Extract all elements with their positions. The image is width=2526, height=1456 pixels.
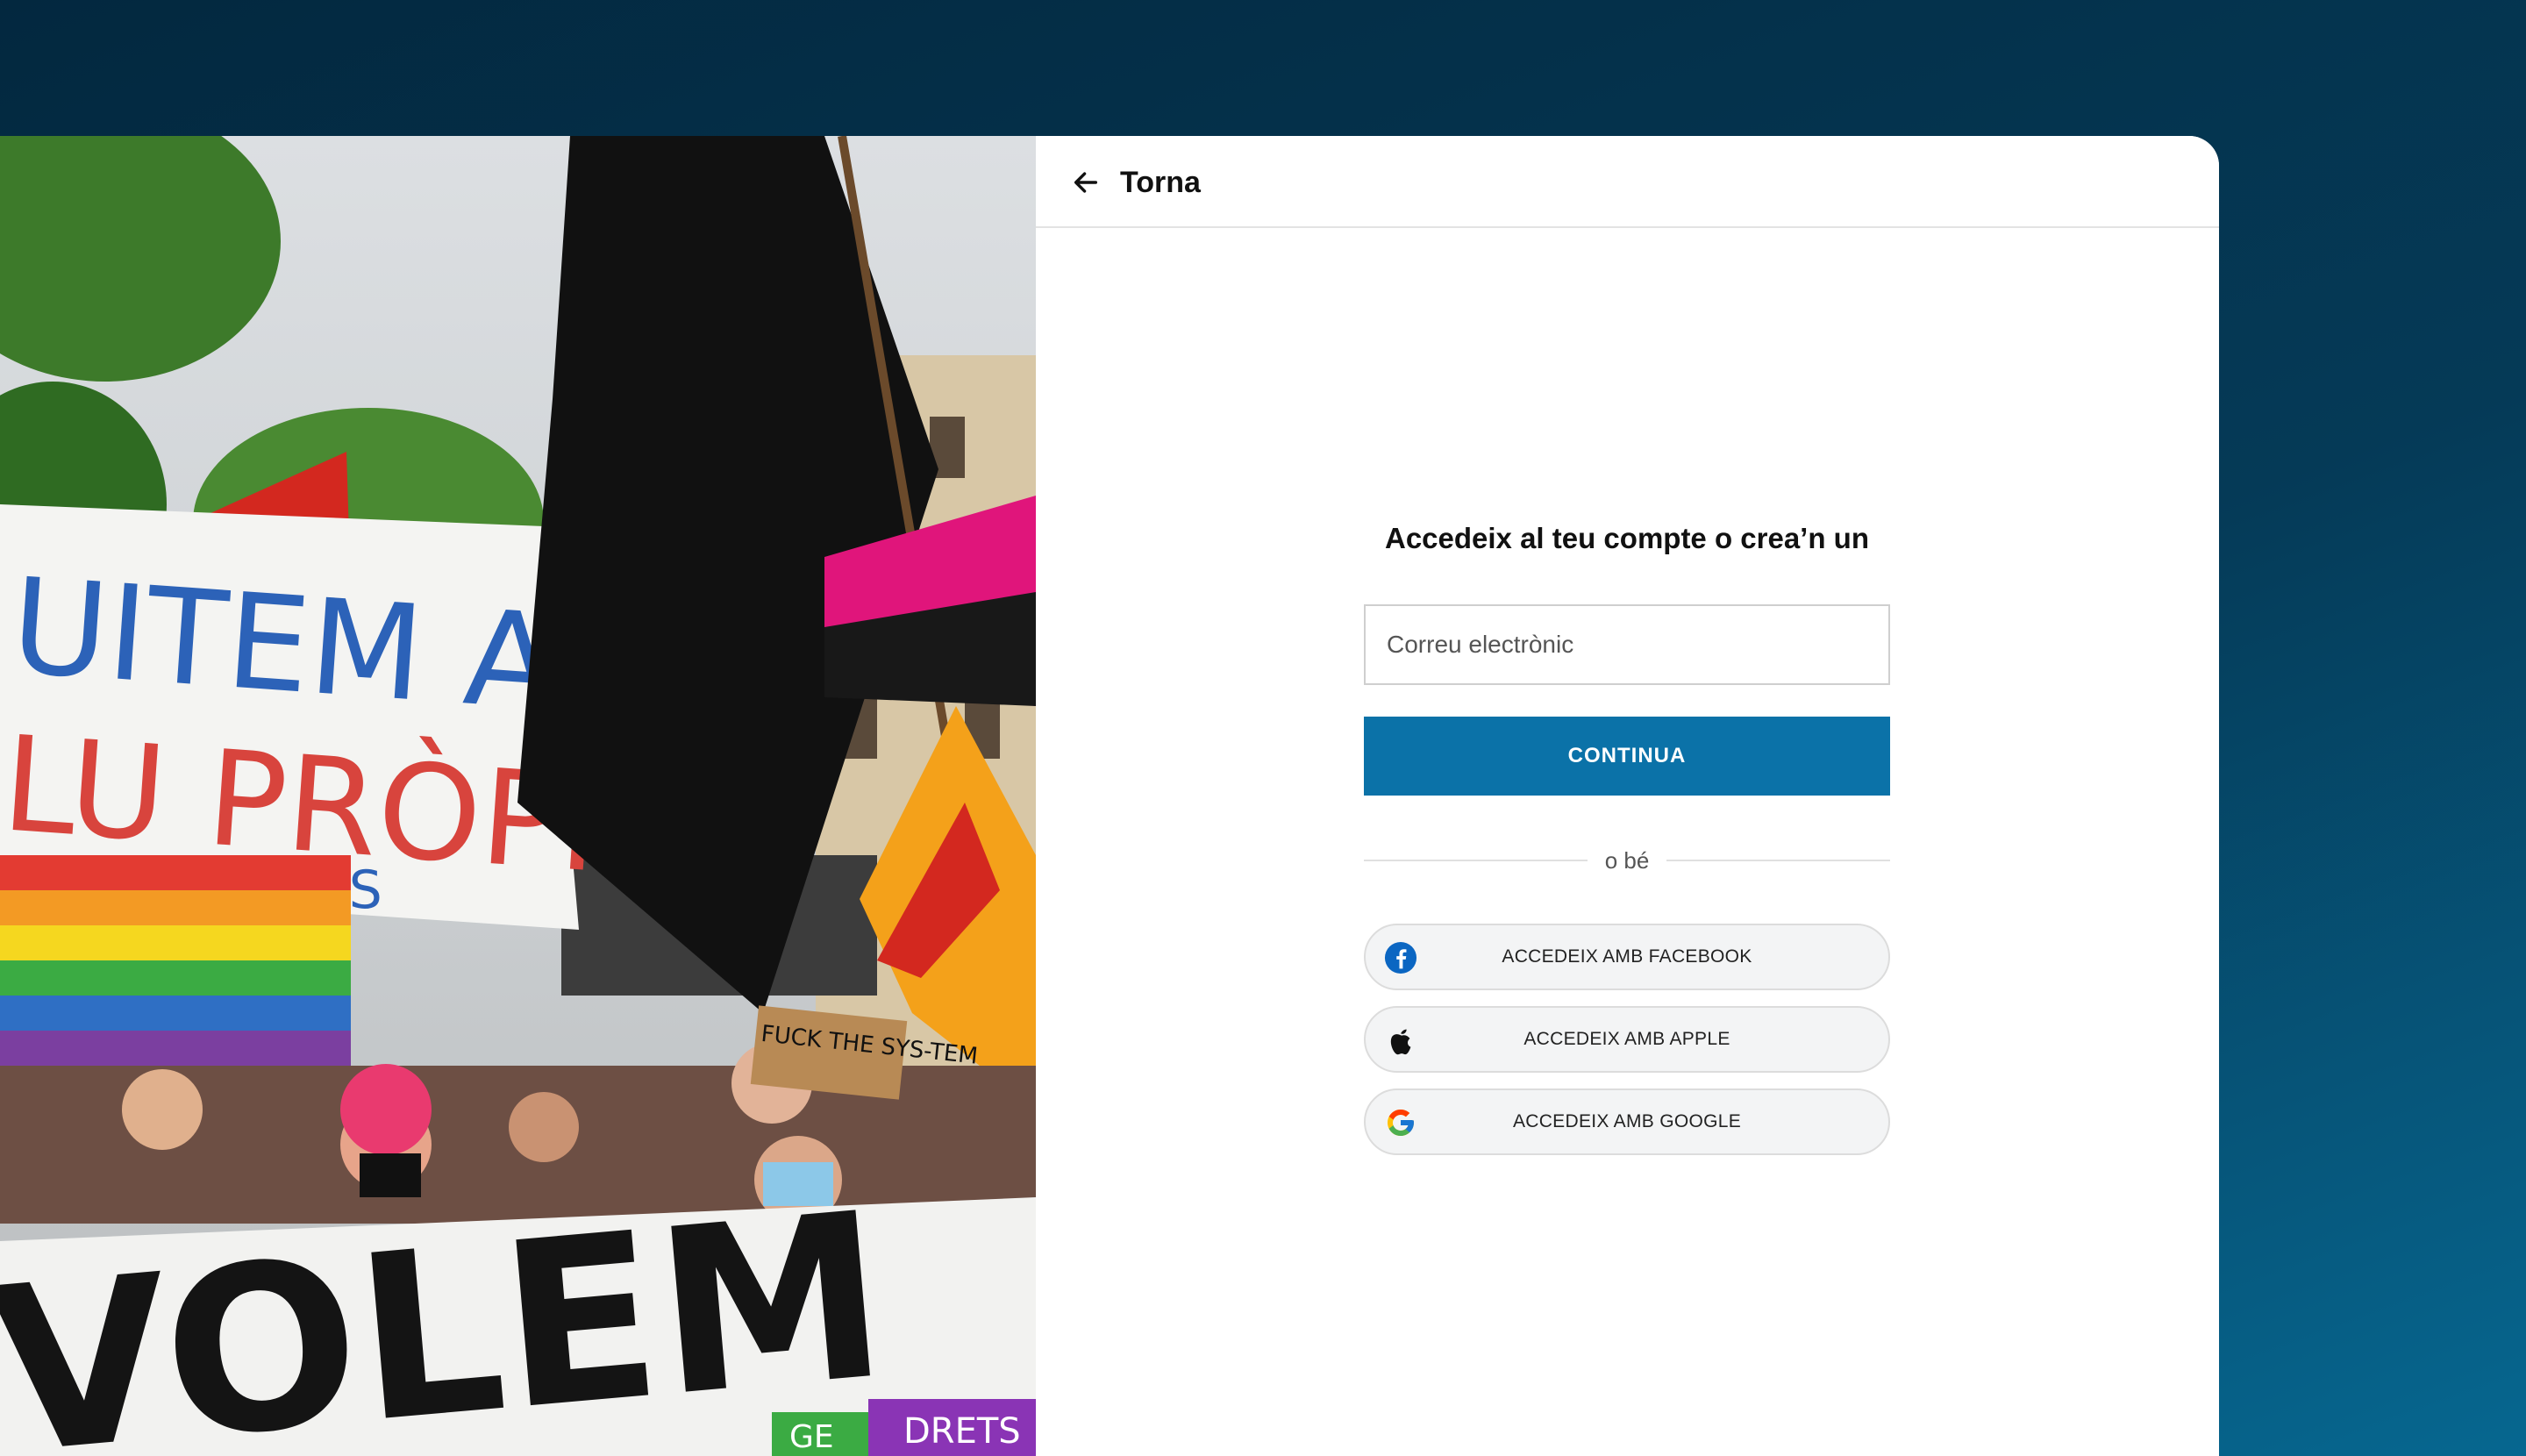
continue-button[interactable]: CONTINUA: [1364, 717, 1890, 796]
banner-small-text: DRETS: [903, 1411, 1021, 1452]
divider-line-left: [1364, 860, 1588, 861]
back-button[interactable]: Torna: [1071, 162, 1201, 203]
login-form: Accedeix al teu compte o crea’n un CONTI…: [1364, 522, 1891, 1171]
back-label: Torna: [1120, 165, 1201, 199]
login-window: UITEM AMB LU PRÒPIA IS FUCK THE SYS-TEM …: [0, 136, 2219, 1456]
divider: o bé: [1364, 843, 1891, 878]
apple-login-label: ACCEDEIX AMB APPLE: [1523, 1029, 1730, 1049]
apple-login-button[interactable]: ACCEDEIX AMB APPLE: [1364, 1006, 1890, 1073]
apple-icon: [1383, 1023, 1418, 1058]
google-icon: [1383, 1105, 1418, 1140]
facebook-icon: [1383, 940, 1418, 975]
google-login-button[interactable]: ACCEDEIX AMB GOOGLE: [1364, 1088, 1890, 1155]
divider-text: o bé: [1604, 846, 1650, 874]
login-title: Accedeix al teu compte o crea’n un: [1384, 522, 1869, 554]
banner-small-text-2: GE: [789, 1419, 834, 1455]
protest-photo: UITEM AMB LU PRÒPIA IS FUCK THE SYS-TEM …: [0, 136, 1036, 1456]
google-login-label: ACCEDEIX AMB GOOGLE: [1512, 1111, 1742, 1131]
login-panel: Torna Accedeix al teu compte o crea’n un…: [1036, 136, 2219, 1456]
email-field[interactable]: [1364, 604, 1890, 685]
arrow-left-icon: [1074, 172, 1098, 193]
protest-illustration: UITEM AMB LU PRÒPIA IS FUCK THE SYS-TEM …: [0, 136, 1036, 1456]
facebook-login-button[interactable]: ACCEDEIX AMB FACEBOOK: [1364, 924, 1890, 990]
social-login-list: ACCEDEIX AMB FACEBOOK ACCEDEIX AMB APPLE: [1364, 924, 1890, 1155]
top-bar: Torna: [1036, 136, 2219, 228]
facebook-login-label: ACCEDEIX AMB FACEBOOK: [1502, 946, 1752, 967]
divider-line-right: [1666, 860, 1891, 861]
